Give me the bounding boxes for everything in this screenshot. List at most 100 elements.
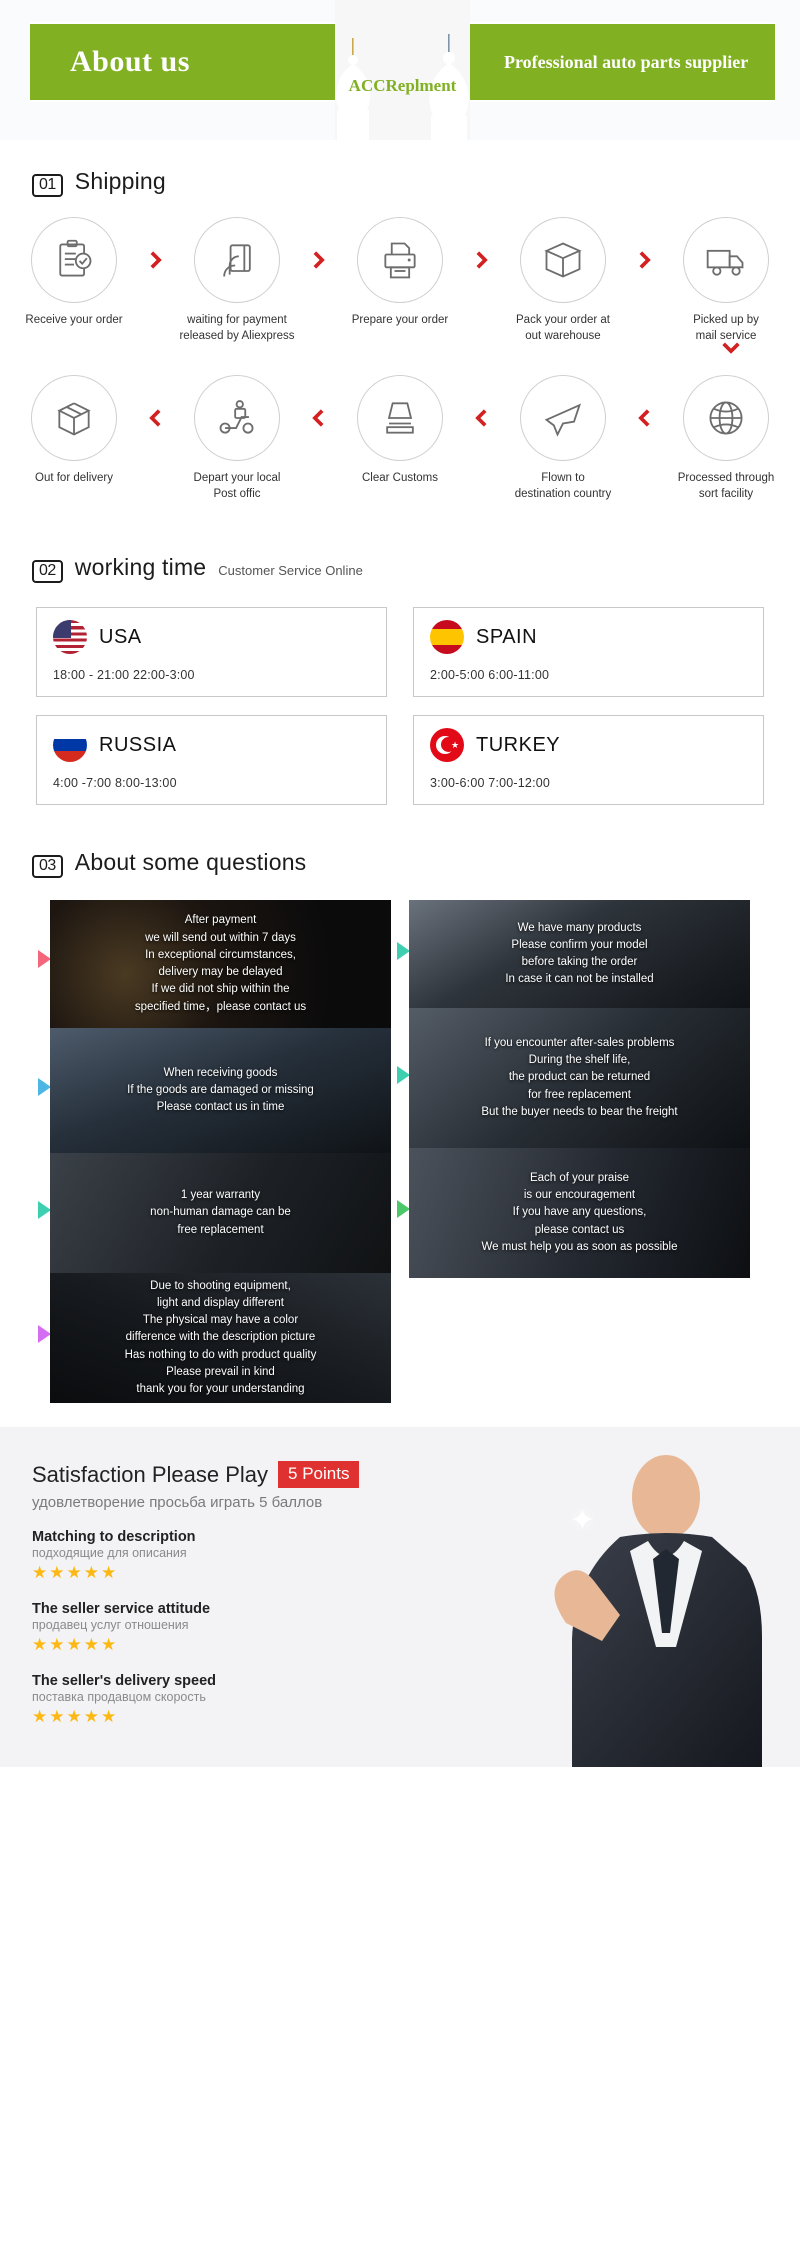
chevron-left-icon — [143, 375, 169, 461]
working-time-card: ★ TURKEY 3:00-6:00 7:00-12:00 — [413, 715, 764, 806]
rating-label-en: The seller service attitude — [32, 1601, 211, 1618]
country-hours: 2:00-5:00 6:00-11:00 — [430, 668, 550, 683]
star-rating[interactable]: ★★★★★ — [32, 1563, 440, 1583]
arrow-marker-icon — [397, 1200, 410, 1219]
rating-label-ru: поставка продавцом скорость — [32, 1690, 206, 1705]
shipping-step: waiting for payment released by Aliexpre… — [177, 217, 297, 344]
faq-panel: Due to shooting equipment, light and dis… — [38, 1273, 391, 1404]
shipping-step: Picked up by mail service — [666, 217, 786, 344]
step-icon-circle — [31, 375, 117, 462]
chevron-right-icon — [632, 217, 658, 303]
step-label: waiting for payment released by Aliexpre… — [179, 314, 295, 342]
shipping-heading: 01 Shipping — [0, 168, 800, 197]
arrow-marker-icon — [397, 942, 410, 961]
chevron-down-icon — [722, 342, 740, 354]
step-icon-circle — [357, 217, 443, 303]
spain-flag-icon — [430, 620, 464, 655]
star-rating[interactable]: ★★★★★ — [32, 1635, 440, 1655]
working-time-heading: 02 working time Customer Service Online — [0, 554, 800, 584]
points-badge: 5 Points — [278, 1461, 360, 1489]
step-icon-circle — [31, 217, 117, 303]
shipping-step: Flown to destination country — [503, 375, 623, 502]
russia-flag-icon — [53, 728, 87, 763]
shipping-step: Clear Customs — [340, 375, 460, 487]
step-icon-circle — [683, 217, 769, 303]
star-rating[interactable]: ★★★★★ — [32, 1707, 440, 1727]
hand-card-icon — [223, 244, 251, 277]
faq-panel: After payment we will send out within 7 … — [38, 900, 391, 1029]
globe-icon — [709, 401, 743, 435]
faq-text: Each of your praise is our encouragement… — [481, 1171, 678, 1253]
chevron-right-icon — [143, 217, 169, 303]
page-title: About us — [70, 45, 190, 78]
businessman-photo — [470, 1437, 762, 1768]
sparkle-icon: ✦ — [569, 1504, 595, 1538]
step-icon-circle — [194, 217, 280, 303]
section-number: 01 — [32, 174, 63, 197]
box-icon — [544, 242, 582, 278]
working-time-card: USA 18:00 - 21:00 22:00-3:00 — [36, 607, 387, 698]
faq-text: After payment we will send out within 7 … — [134, 914, 307, 1013]
chevron-left-icon — [306, 375, 332, 461]
turkey-flag-icon: ★ — [430, 728, 464, 763]
step-label: Processed through sort facility — [677, 472, 775, 500]
arrow-marker-icon — [38, 1078, 51, 1097]
section-title: About some questions — [74, 849, 307, 876]
working-time-card: RUSSIA 4:00 -7:00 8:00-13:00 — [36, 715, 387, 806]
rating-item: The seller's delivery speed поставка про… — [32, 1673, 440, 1727]
clipboard-check-icon — [59, 239, 92, 277]
faq-panel: 1 year warranty non-human damage can be … — [38, 1153, 391, 1274]
chevron-right-icon — [306, 217, 332, 303]
feedback-title: Satisfaction Please Play — [32, 1461, 269, 1487]
shipping-step: Prepare your order — [340, 217, 460, 329]
faq-column-right: We have many products Please confirm you… — [397, 900, 750, 1279]
usa-flag-icon — [53, 620, 87, 655]
step-icon-circle — [194, 375, 280, 462]
faq-panel: Each of your praise is our encouragement… — [397, 1148, 750, 1279]
open-box-icon — [57, 402, 91, 436]
step-icon-circle — [683, 375, 769, 462]
step-icon-circle — [357, 375, 443, 462]
country-name: RUSSIA — [99, 733, 177, 756]
faq-heading: 03 About some questions — [0, 849, 800, 879]
country-hours: 18:00 - 21:00 22:00-3:00 — [53, 668, 195, 683]
chevron-left-icon — [632, 375, 658, 461]
rating-label-ru: подходящие для описания — [32, 1546, 187, 1561]
working-time-section: 02 working time Customer Service Online … — [0, 512, 800, 806]
section-title: Shipping — [74, 168, 166, 194]
step-label: Pack your order at out warehouse — [516, 314, 610, 342]
faq-text: We have many products Please confirm you… — [505, 921, 654, 986]
header-band-right: Professional auto parts supplier — [470, 22, 775, 102]
feedback-subtitle-ru: удовлетворение просьба играть 5 баллов — [32, 1494, 323, 1512]
rating-item: The seller service attitude продавец усл… — [32, 1601, 440, 1655]
working-time-grid: USA 18:00 - 21:00 22:00-3:00 SPAIN 2:00-… — [0, 583, 800, 806]
faq-panel: If you encounter after-sales problems Du… — [397, 1008, 750, 1149]
rating-label-ru: продавец услуг отношения — [32, 1618, 189, 1633]
arrow-marker-icon — [38, 1201, 51, 1220]
shipping-step: Depart your local Post offic — [177, 375, 297, 502]
step-label: Clear Customs — [361, 472, 439, 485]
faq-text: When receiving goods If the goods are da… — [127, 1066, 314, 1114]
shipping-step: Processed through sort facility — [666, 375, 786, 502]
faq-section: 03 About some questions After payment we… — [0, 805, 800, 1404]
country-name: SPAIN — [476, 625, 538, 648]
page-header: About us ACCReplment Professional auto p… — [0, 0, 800, 140]
truck-icon — [706, 249, 744, 276]
airplane-icon — [544, 403, 582, 437]
shipping-section: 01 Shipping Receive your order waiting f… — [0, 140, 800, 512]
working-time-card: SPAIN 2:00-5:00 6:00-11:00 — [413, 607, 764, 698]
shipping-step: Pack your order at out warehouse — [503, 217, 623, 344]
feedback-content: Satisfaction Please Play 5 Points удовле… — [0, 1461, 440, 1727]
section-number: 02 — [32, 560, 63, 584]
faq-text: 1 year warranty non-human damage can be … — [150, 1189, 291, 1236]
shipping-row-1: Receive your order waiting for payment r… — [0, 197, 800, 344]
header-band-left: About us — [30, 22, 335, 102]
arrow-marker-icon — [38, 950, 51, 969]
step-icon-circle — [520, 375, 606, 462]
shipping-row-2: Out for delivery Depart your local Post … — [0, 355, 800, 502]
faq-text: Due to shooting equipment, light and dis… — [124, 1279, 317, 1396]
step-icon-circle — [520, 217, 606, 303]
chevron-right-icon — [469, 217, 495, 303]
brand-logo: ACCReplment — [348, 76, 457, 95]
customs-stamp-icon — [386, 402, 414, 434]
